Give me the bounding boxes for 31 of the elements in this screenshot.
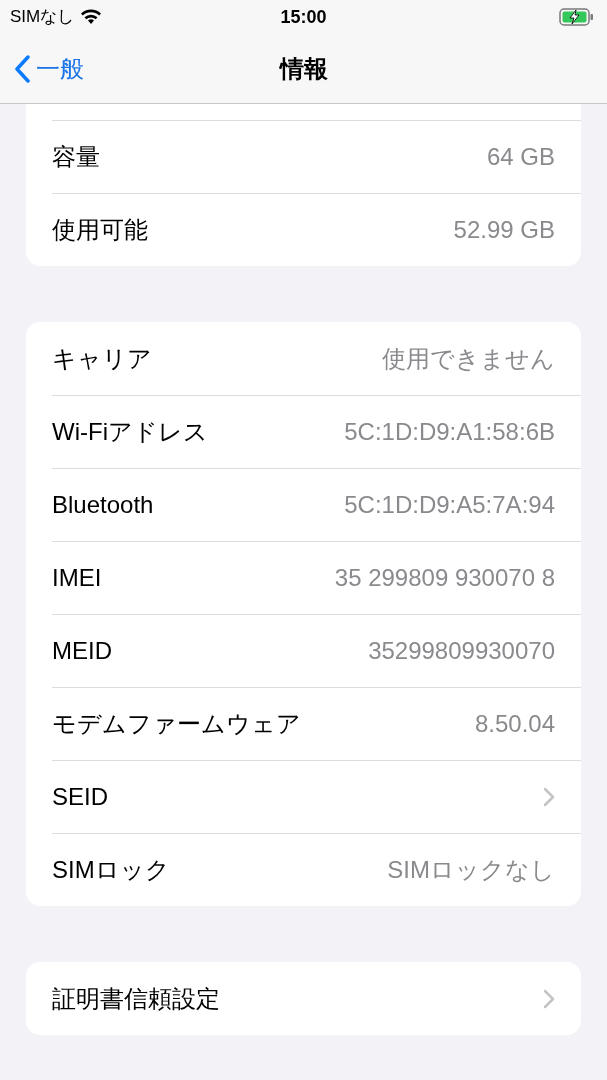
clock: 15:00 (280, 5, 327, 29)
wifi-icon (80, 9, 103, 25)
disclosure-row[interactable]: 証明書信頼設定 (52, 962, 581, 1035)
row-label: SEID (52, 782, 108, 812)
page-title: 情報 (279, 53, 328, 84)
row-label: SIMロック (52, 855, 170, 885)
row-value: 35 299809 930070 8 (334, 563, 555, 593)
row-value: 5C:1D:D9:A5:7A:94 (344, 490, 555, 520)
row-label: キャリア (52, 343, 152, 374)
chevron-icon (543, 988, 555, 1009)
row-label: モデムファームウェア (52, 709, 301, 739)
row-label: IMEI (52, 563, 102, 593)
row-label: 使用可能 (52, 215, 148, 245)
row-value: 52.99 GB (453, 215, 555, 245)
row-value: 使用できません (382, 343, 555, 374)
row-label: 証明書信頼設定 (52, 983, 220, 1014)
row-value: 8.50.04 (474, 709, 555, 739)
carrier-label: SIMなし (10, 6, 75, 29)
disclosure-row[interactable]: SEID (52, 760, 581, 833)
back-chevron-icon (14, 54, 30, 83)
row-value: 35299809930070 (368, 636, 555, 666)
row-label: Bluetooth (52, 490, 154, 520)
row-value: 5C:1D:D9:A1:58:6B (344, 417, 555, 447)
row-value: 64 GB (486, 142, 555, 172)
chevron-icon (543, 787, 555, 807)
battery-charging-icon (559, 8, 595, 26)
row-label: 容量 (52, 142, 100, 172)
row-label: Wi-Fiアドレス (52, 417, 208, 447)
back-button[interactable]: 一般 (0, 50, 84, 87)
row-value: SIMロックなし (387, 855, 555, 885)
row-label: MEID (52, 636, 112, 666)
